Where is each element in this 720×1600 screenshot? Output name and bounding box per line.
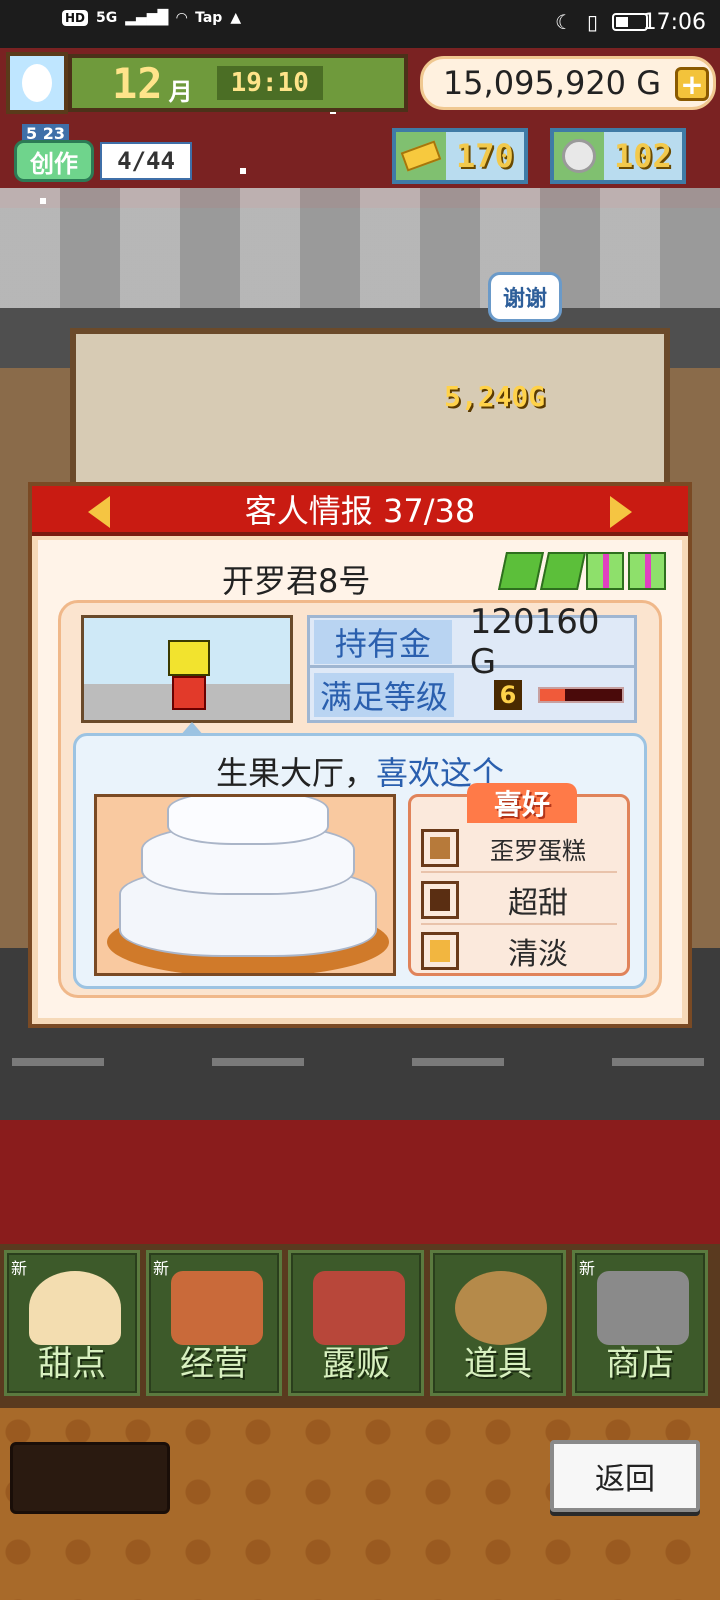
menu-button-dessert[interactable]: 新 甜点 xyxy=(4,1250,140,1396)
shop-building-icon xyxy=(171,1271,263,1345)
satisfaction-bar-fill xyxy=(540,689,565,701)
money-stat-label: 持有金 xyxy=(314,619,452,664)
bell-icon: ▲ xyxy=(230,10,242,26)
satisfaction-stat-row: 满足等级 6 xyxy=(310,670,634,720)
status-left: HD 5G ▂▄▆█ ◠ Tap ▲ xyxy=(62,10,241,26)
tap-app-icon: Tap xyxy=(195,10,223,26)
wifi-icon: ◠ xyxy=(176,10,188,26)
money-display: 15,095,920 G + xyxy=(420,56,716,110)
player-avatar[interactable] xyxy=(6,52,68,114)
new-badge: 新 xyxy=(11,1259,28,1278)
gift-box-icon xyxy=(586,552,624,590)
gold-bar-icon xyxy=(396,132,446,180)
kairo-head-icon xyxy=(168,640,210,676)
preferences-title: 喜好 xyxy=(467,783,577,823)
new-badge: 新 xyxy=(579,1259,596,1278)
vibrate-icon: ▯ xyxy=(586,10,598,34)
bottom-area: 新 甜点 新 经营 露贩 道具 新 商店 返回 xyxy=(0,1120,720,1600)
panel-body: 开罗君8号 持有金 120160 G 满足等级 6 生果大厅，喜欢这个 喜好 歪… xyxy=(38,540,682,1018)
cube-icon xyxy=(421,932,459,970)
customer-portrait xyxy=(81,615,293,723)
create-label: 创作 xyxy=(14,140,94,182)
bread-icon xyxy=(421,829,459,867)
previous-arrow-icon[interactable] xyxy=(88,496,110,528)
gift-box-icon xyxy=(628,552,666,590)
date-time-panel: 12 月 19:10 xyxy=(68,54,408,112)
favorite-cake-image xyxy=(94,794,396,976)
satisfaction-stat-label: 满足等级 xyxy=(314,673,454,717)
status-bar: HD 5G ▂▄▆█ ◠ Tap ▲ ☾ ▯ 17:06 xyxy=(0,0,720,48)
gold-value: 170 xyxy=(456,137,514,175)
preference-text: 歪罗蛋糕 xyxy=(490,836,586,865)
new-badge: 新 xyxy=(153,1259,170,1278)
menu-button-manage[interactable]: 新 经营 xyxy=(146,1250,282,1396)
snowman-icon xyxy=(22,64,52,102)
menu-label: 道具 xyxy=(464,1344,532,1384)
satisfaction-bar xyxy=(538,687,624,703)
month-number: 12 xyxy=(112,58,163,108)
menu-label: 经营 xyxy=(180,1344,248,1384)
satisfaction-level: 6 xyxy=(494,680,522,710)
menu-button-items[interactable]: 道具 xyxy=(430,1250,566,1396)
money-stat-row: 持有金 120160 G xyxy=(310,602,634,682)
customer-details: 持有金 120160 G 满足等级 6 生果大厅，喜欢这个 喜好 歪罗蛋糕 超甜… xyxy=(58,600,662,998)
customer-stats: 持有金 120160 G 满足等级 6 xyxy=(307,602,637,723)
road-lines xyxy=(0,1058,720,1066)
food-truck-icon xyxy=(313,1271,405,1345)
gift-icons xyxy=(497,552,666,590)
silver-currency[interactable]: 102 xyxy=(550,128,686,184)
snowflake xyxy=(240,168,246,174)
menu-label: 甜点 xyxy=(38,1344,106,1384)
signal-icon: ▂▄▆█ xyxy=(125,10,169,26)
create-count: 4/44 xyxy=(100,142,192,180)
status-right: ☾ ▯ xyxy=(555,10,648,34)
network-indicator: 5G xyxy=(96,10,118,26)
message-slot xyxy=(10,1442,170,1514)
silver-value: 102 xyxy=(614,137,672,175)
gold-currency[interactable]: 170 xyxy=(392,128,528,184)
panel-title: 客人情报 37/38 xyxy=(244,492,476,530)
customer-info-panel: 客人情报 37/38 开罗君8号 持有金 120160 G 满足等级 6 生果大… xyxy=(28,482,692,1028)
earning-popup: 5,240G xyxy=(444,380,546,413)
customer-name: 开罗君8号 xyxy=(222,562,371,600)
lower-panel: 返回 xyxy=(0,1404,720,1600)
moon-icon: ☾ xyxy=(555,10,573,34)
shopping-cart-icon xyxy=(597,1271,689,1345)
menu-button-food-truck[interactable]: 露贩 xyxy=(288,1250,424,1396)
game-clock: 19:10 xyxy=(216,66,323,100)
preference-text: 清淡 xyxy=(508,937,568,972)
menu-button-store[interactable]: 新 商店 xyxy=(572,1250,708,1396)
hd-indicator: HD xyxy=(62,10,89,26)
cake-tier xyxy=(167,797,329,845)
create-status[interactable]: 5 23 创作 4/44 xyxy=(8,124,194,184)
status-time: 17:06 xyxy=(642,10,706,35)
shop-window xyxy=(70,328,670,498)
back-button[interactable]: 返回 xyxy=(550,1440,700,1512)
add-money-button[interactable]: + xyxy=(675,67,709,101)
panel-header: 客人情报 37/38 xyxy=(32,486,688,536)
menu-label: 露贩 xyxy=(322,1344,390,1384)
cash-stack-icon xyxy=(497,552,545,590)
speech-location: 生果大厅， xyxy=(215,754,376,792)
preferences-box: 喜好 歪罗蛋糕 超甜 清淡 xyxy=(408,783,630,976)
speech-bubble: 生果大厅，喜欢这个 喜好 歪罗蛋糕 超甜 清淡 xyxy=(73,722,647,989)
preference-item: 清淡 xyxy=(421,927,617,975)
next-arrow-icon[interactable] xyxy=(610,496,632,528)
kairo-body-icon xyxy=(172,676,206,710)
silver-coin-icon xyxy=(554,132,604,180)
menu-label: 商店 xyxy=(606,1344,674,1384)
money-value: 15,095,920 G xyxy=(442,64,661,102)
cake-icon xyxy=(29,1271,121,1345)
chocolate-icon xyxy=(421,881,459,919)
preference-item: 歪罗蛋糕 xyxy=(421,825,617,873)
gear-and-sack-icon xyxy=(455,1271,547,1345)
preference-text: 超甜 xyxy=(508,886,568,921)
snowflake xyxy=(40,198,46,204)
month-label: 月 xyxy=(168,77,193,106)
shop-awning xyxy=(0,188,720,308)
preference-item: 超甜 xyxy=(421,877,617,925)
thanks-bubble: 谢谢 xyxy=(488,272,563,322)
cash-stack-icon xyxy=(539,552,587,590)
